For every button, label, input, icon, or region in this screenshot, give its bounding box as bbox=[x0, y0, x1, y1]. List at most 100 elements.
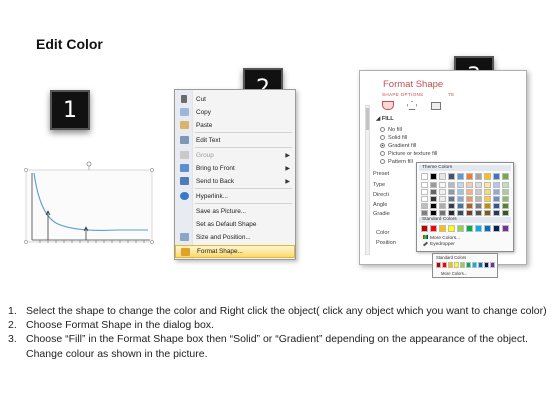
mini-standard-color-swatch[interactable] bbox=[460, 262, 465, 268]
theme-color-swatch[interactable] bbox=[484, 196, 491, 202]
theme-color-swatch[interactable] bbox=[430, 196, 437, 202]
fill-section-header[interactable]: ◢ FILL bbox=[376, 116, 394, 122]
theme-color-swatch[interactable] bbox=[502, 189, 509, 195]
theme-color-swatch[interactable] bbox=[502, 196, 509, 202]
theme-color-swatch[interactable] bbox=[475, 210, 482, 216]
menu-item-hyperlink[interactable]: Hyperlink... bbox=[175, 190, 295, 202]
mini-standard-color-swatch[interactable] bbox=[436, 262, 441, 268]
theme-color-swatch[interactable] bbox=[502, 203, 509, 209]
menu-item-set-default-shape[interactable]: Set as Default Shape bbox=[175, 218, 295, 230]
theme-color-swatch[interactable] bbox=[457, 189, 464, 195]
radio-solid-fill[interactable]: Solid fill bbox=[380, 135, 407, 141]
mini-standard-color-swatch[interactable] bbox=[472, 262, 477, 268]
theme-color-swatch[interactable] bbox=[439, 203, 446, 209]
theme-color-swatch[interactable] bbox=[430, 182, 437, 188]
standard-color-swatch[interactable] bbox=[466, 225, 473, 232]
menu-item-save-as-picture[interactable]: Save as Picture... bbox=[175, 205, 295, 217]
theme-color-swatch[interactable] bbox=[493, 203, 500, 209]
theme-color-swatch[interactable] bbox=[439, 182, 446, 188]
theme-color-swatch[interactable] bbox=[493, 189, 500, 195]
theme-color-swatch[interactable] bbox=[466, 196, 473, 202]
radio-no-fill[interactable]: No fill bbox=[380, 127, 402, 133]
theme-color-swatch[interactable] bbox=[457, 203, 464, 209]
theme-color-swatch[interactable] bbox=[448, 189, 455, 195]
theme-color-swatch[interactable] bbox=[484, 189, 491, 195]
standard-color-swatch[interactable] bbox=[475, 225, 482, 232]
tab-text-options[interactable]: TE bbox=[448, 92, 454, 97]
radio-pattern-fill[interactable]: Pattern fill bbox=[380, 159, 413, 165]
more-colors-link[interactable]: More Colors... bbox=[423, 235, 460, 241]
theme-color-swatch[interactable] bbox=[448, 173, 455, 180]
menu-item-format-shape[interactable]: Format Shape... bbox=[175, 245, 295, 258]
menu-item-size-and-position[interactable]: Size and Position... bbox=[175, 231, 295, 243]
theme-color-swatch[interactable] bbox=[475, 196, 482, 202]
theme-color-swatch[interactable] bbox=[457, 196, 464, 202]
theme-color-swatch[interactable] bbox=[475, 173, 482, 180]
menu-item-edit-text[interactable]: Edit Text bbox=[175, 134, 295, 146]
theme-color-swatch[interactable] bbox=[466, 210, 473, 216]
theme-color-swatch[interactable] bbox=[439, 196, 446, 202]
menu-item-paste[interactable]: Paste bbox=[175, 119, 295, 131]
theme-color-swatch[interactable] bbox=[430, 189, 437, 195]
theme-color-swatch[interactable] bbox=[484, 210, 491, 216]
mini-standard-color-swatch[interactable] bbox=[448, 262, 453, 268]
theme-color-swatch[interactable] bbox=[493, 210, 500, 216]
theme-color-swatch[interactable] bbox=[430, 203, 437, 209]
theme-color-swatch[interactable] bbox=[421, 210, 428, 216]
menu-item-cut[interactable]: Cut bbox=[175, 93, 295, 105]
mini-standard-color-swatch[interactable] bbox=[442, 262, 447, 268]
menu-item-copy[interactable]: Copy bbox=[175, 106, 295, 118]
mini-standard-color-swatch[interactable] bbox=[484, 262, 489, 268]
theme-color-swatch[interactable] bbox=[457, 182, 464, 188]
theme-color-swatch[interactable] bbox=[439, 210, 446, 216]
standard-color-swatch[interactable] bbox=[421, 225, 428, 232]
theme-color-swatch[interactable] bbox=[493, 173, 500, 180]
size-properties-icon[interactable] bbox=[431, 102, 441, 110]
menu-item-send-to-back[interactable]: Send to Back ▶ bbox=[175, 175, 295, 187]
tab-shape-options[interactable]: SHAPE OPTIONS bbox=[382, 92, 423, 97]
standard-color-swatch[interactable] bbox=[448, 225, 455, 232]
theme-color-swatch[interactable] bbox=[439, 189, 446, 195]
theme-color-swatch[interactable] bbox=[448, 182, 455, 188]
theme-color-swatch[interactable] bbox=[502, 210, 509, 216]
theme-color-swatch[interactable] bbox=[466, 189, 473, 195]
standard-color-swatch[interactable] bbox=[493, 225, 500, 232]
theme-color-swatch[interactable] bbox=[484, 203, 491, 209]
theme-color-swatch[interactable] bbox=[421, 182, 428, 188]
theme-color-swatch[interactable] bbox=[466, 203, 473, 209]
theme-color-swatch[interactable] bbox=[484, 173, 491, 180]
theme-color-swatch[interactable] bbox=[430, 210, 437, 216]
mini-more-colors-link[interactable]: More Colors... bbox=[441, 271, 467, 276]
standard-color-swatch[interactable] bbox=[457, 225, 464, 232]
theme-color-swatch[interactable] bbox=[421, 173, 428, 180]
theme-color-swatch[interactable] bbox=[430, 173, 437, 180]
mini-standard-color-swatch[interactable] bbox=[490, 262, 495, 268]
standard-color-swatch[interactable] bbox=[439, 225, 446, 232]
theme-color-swatch[interactable] bbox=[421, 196, 428, 202]
theme-color-swatch[interactable] bbox=[448, 196, 455, 202]
theme-color-swatch[interactable] bbox=[421, 203, 428, 209]
mini-standard-color-swatch[interactable] bbox=[454, 262, 459, 268]
scrollbar[interactable] bbox=[365, 105, 370, 255]
radio-picture-fill[interactable]: Picture or texture fill bbox=[380, 151, 437, 157]
theme-color-swatch[interactable] bbox=[493, 182, 500, 188]
standard-color-swatch[interactable] bbox=[484, 225, 491, 232]
standard-color-swatch[interactable] bbox=[430, 225, 437, 232]
radio-gradient-fill[interactable]: Gradient fill bbox=[380, 143, 416, 149]
eyedropper-button[interactable]: Eyedropper bbox=[422, 241, 455, 247]
theme-color-swatch[interactable] bbox=[448, 210, 455, 216]
theme-color-swatch[interactable] bbox=[457, 210, 464, 216]
mini-standard-color-swatch[interactable] bbox=[466, 262, 471, 268]
theme-color-swatch[interactable] bbox=[466, 173, 473, 180]
mini-standard-color-swatch[interactable] bbox=[478, 262, 483, 268]
standard-color-swatch[interactable] bbox=[502, 225, 509, 232]
theme-color-swatch[interactable] bbox=[448, 203, 455, 209]
fill-line-icon[interactable] bbox=[382, 101, 394, 110]
theme-color-swatch[interactable] bbox=[502, 173, 509, 180]
selected-shape-chart[interactable] bbox=[18, 158, 158, 258]
theme-color-swatch[interactable] bbox=[475, 203, 482, 209]
menu-item-bring-to-front[interactable]: Bring to Front ▶ bbox=[175, 162, 295, 174]
theme-color-swatch[interactable] bbox=[484, 182, 491, 188]
scrollbar-thumb[interactable] bbox=[366, 108, 369, 130]
theme-color-swatch[interactable] bbox=[475, 182, 482, 188]
